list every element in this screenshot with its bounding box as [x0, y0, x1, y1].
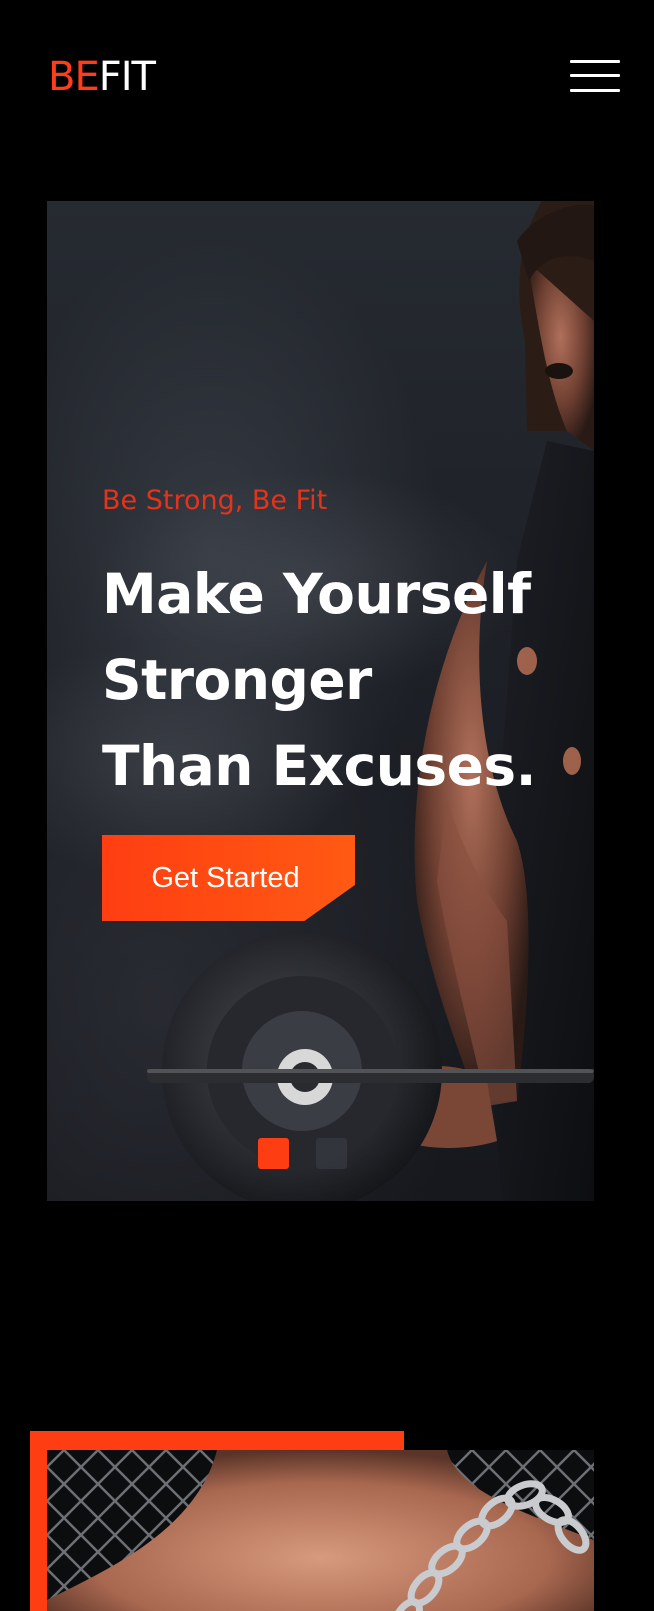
slider-dot[interactable] [316, 1138, 347, 1169]
headline-line-3: Than Excuses. [102, 734, 537, 798]
about-photo [47, 1450, 594, 1611]
menu-bar [570, 60, 620, 63]
logo-be: BE [48, 54, 100, 100]
hero-tagline: Be Strong, Be Fit [102, 485, 328, 516]
get-started-button[interactable]: Get Started [102, 835, 355, 921]
logo[interactable]: BEFIT [48, 53, 156, 101]
menu-bar [570, 74, 620, 77]
slider-dot-active[interactable] [258, 1138, 289, 1169]
hero-headline: Make Yourself Stronger Than Excuses. [102, 551, 572, 809]
about-image [47, 1450, 594, 1611]
headline-line-1: Make Yourself [102, 562, 531, 626]
site-header: BEFIT [0, 0, 654, 150]
hamburger-menu-icon[interactable] [570, 58, 620, 94]
headline-line-2: Stronger [102, 648, 372, 712]
get-started-label: Get Started [151, 861, 300, 894]
hero-banner: Be Strong, Be Fit Make Yourself Stronger… [47, 201, 594, 1201]
menu-bar [570, 89, 620, 92]
logo-fit: FIT [98, 54, 156, 100]
